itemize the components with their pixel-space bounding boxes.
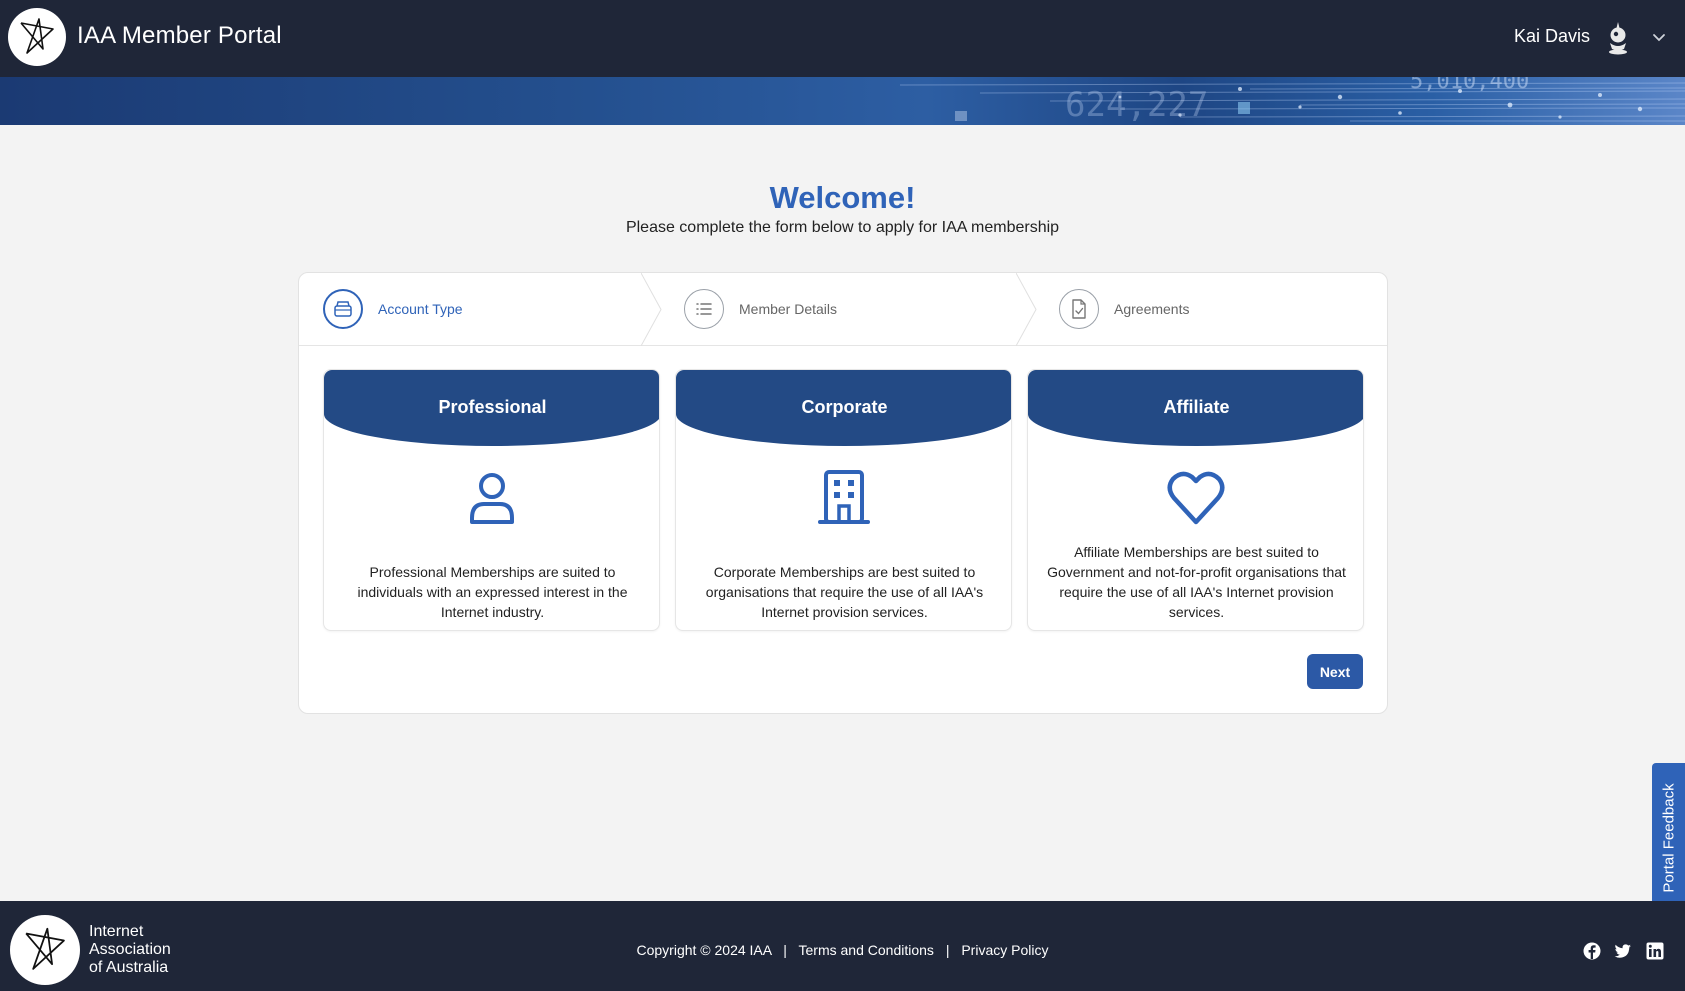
step-agreements[interactable]: Agreements (1059, 273, 1189, 345)
list-icon (684, 289, 724, 329)
top-bar: IAA Member Portal Kai Davis (0, 0, 1685, 77)
membership-option-corporate[interactable]: Corporate Corporate Memberships are best… (675, 369, 1012, 631)
footer: Internet Association of Australia Copyri… (0, 901, 1685, 991)
building-icon (818, 470, 870, 524)
membership-option-title: Affiliate (1163, 397, 1230, 417)
membership-option-description: Affiliate Memberships are best suited to… (1047, 544, 1346, 620)
link-separator: | (945, 942, 950, 958)
step-label: Agreements (1114, 301, 1190, 317)
box-icon (323, 289, 363, 329)
copyright-text: Copyright © 2024 IAA (636, 942, 772, 958)
star-logo-icon (20, 18, 54, 54)
header-banner: 624,227 5,010,400 (0, 77, 1685, 125)
membership-option-description: Professional Memberships are suited to i… (357, 564, 628, 620)
portal-feedback-tab[interactable]: Portal Feedback (1652, 763, 1685, 913)
org-name-line: Internet (89, 923, 144, 940)
stepper: Account Type Member Details Agreements (299, 273, 1387, 346)
chevron-down-icon[interactable] (1651, 29, 1667, 45)
facebook-icon[interactable] (1583, 942, 1601, 960)
next-button[interactable]: Next (1307, 654, 1363, 689)
twitter-icon[interactable] (1614, 942, 1632, 960)
membership-option-professional[interactable]: Professional Professional Memberships ar… (323, 369, 660, 631)
step-label: Account Type (378, 301, 463, 317)
privacy-link[interactable]: Privacy Policy (961, 942, 1048, 958)
banner-number: 624,227 (1065, 85, 1209, 125)
step-separator (641, 273, 662, 346)
linkedin-icon[interactable] (1646, 942, 1664, 960)
footer-links: Copyright © 2024 IAA | Terms and Conditi… (0, 942, 1685, 958)
page-title: Welcome! (769, 180, 916, 215)
membership-option-affiliate[interactable]: Affiliate Affiliate Memberships are best… (1027, 369, 1364, 631)
membership-option-title: Corporate (801, 397, 888, 417)
org-name-line: of Australia (89, 959, 169, 976)
membership-option-description: Corporate Memberships are best suited to… (705, 564, 984, 620)
banner-number: 5,010,400 (1410, 77, 1530, 94)
terms-link[interactable]: Terms and Conditions (799, 942, 934, 958)
person-icon (470, 473, 514, 524)
step-label: Member Details (739, 301, 838, 317)
portal-feedback-label: Portal Feedback (1660, 783, 1677, 893)
page-subtitle: Please complete the form below to apply … (625, 219, 1060, 236)
step-separator (1016, 273, 1037, 346)
link-separator: | (783, 942, 787, 958)
heart-icon (1167, 471, 1225, 525)
membership-option-title: Professional (438, 397, 547, 417)
document-check-icon (1059, 289, 1099, 329)
app-title: IAA Member Portal (77, 22, 282, 49)
iaa-logo[interactable] (8, 8, 66, 66)
user-name[interactable]: Kai Davis (1514, 26, 1590, 47)
step-account-type[interactable]: Account Type (323, 273, 463, 345)
application-form-card: Account Type Member Details Agreements P… (298, 272, 1388, 714)
step-member-details[interactable]: Member Details (684, 273, 837, 345)
avatar[interactable] (1599, 19, 1637, 57)
